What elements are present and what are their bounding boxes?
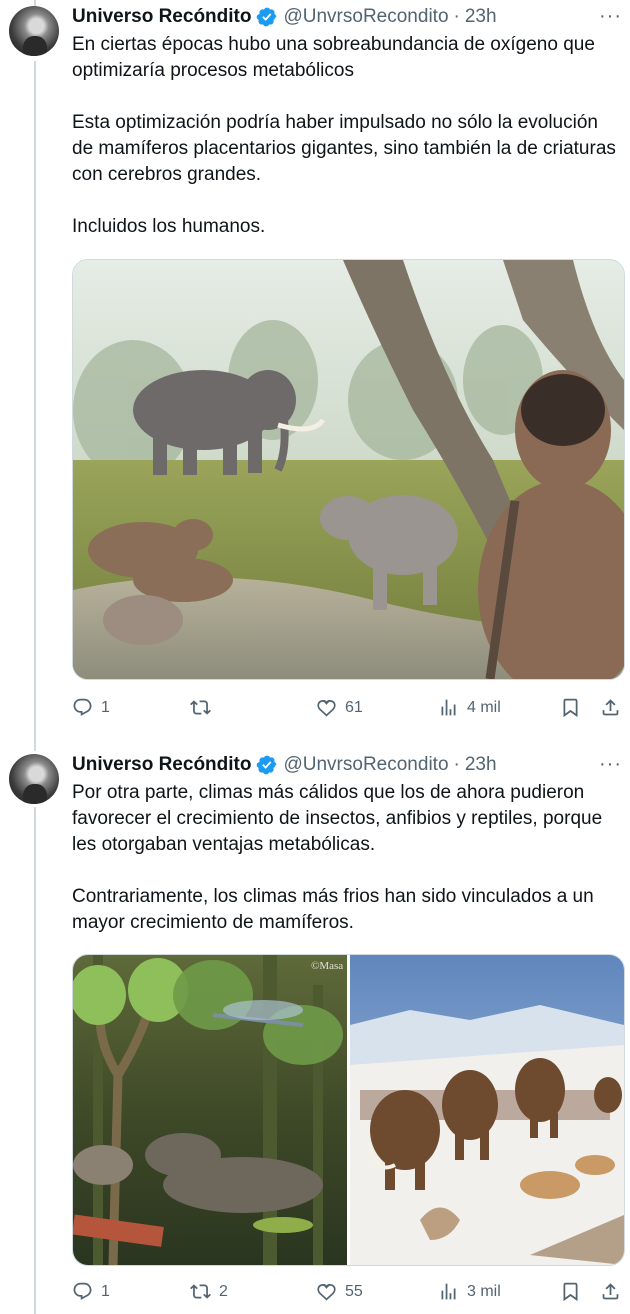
like-button[interactable]: 55	[316, 1281, 363, 1302]
reply-count: 1	[101, 698, 110, 716]
image-watermark: ©Masa	[311, 960, 343, 972]
author-name[interactable]: Universo Recóndito	[72, 754, 251, 776]
timestamp[interactable]: 23h	[465, 6, 497, 28]
like-button[interactable]: 61	[316, 697, 363, 718]
reply-count: 1	[101, 1282, 110, 1300]
repost-button[interactable]: 2	[190, 1281, 228, 1302]
share-icon	[602, 1283, 619, 1300]
views-count: 4 mil	[467, 698, 501, 716]
views-count: 3 mil	[467, 1282, 501, 1300]
author-name[interactable]: Universo Recóndito	[72, 6, 251, 28]
verified-badge-icon	[257, 755, 277, 775]
prehistoric-savanna-illustration	[73, 260, 624, 679]
views-button[interactable]: 4 mil	[438, 697, 501, 718]
separator: ·	[453, 6, 460, 27]
tweet-header: Universo Recóndito @UnvrsoRecondito · 23…	[72, 753, 497, 777]
reply-button[interactable]: 1	[72, 697, 110, 718]
tweet-header: Universo Recóndito @UnvrsoRecondito · 23…	[72, 5, 497, 29]
reply-button[interactable]: 1	[72, 1281, 110, 1302]
bookmark-button[interactable]	[560, 697, 581, 718]
repost-icon	[190, 700, 211, 715]
tweet[interactable]: Universo Recóndito @UnvrsoRecondito · 23…	[0, 752, 630, 1314]
more-icon[interactable]: ···	[599, 753, 622, 776]
reply-icon	[73, 1282, 92, 1300]
repost-icon	[190, 1284, 211, 1299]
share-icon	[602, 699, 619, 716]
author-handle[interactable]: @UnvrsoRecondito	[283, 6, 448, 28]
tweet-image[interactable]	[72, 259, 625, 680]
separator: ·	[453, 754, 460, 775]
bookmark-icon	[563, 698, 578, 718]
tweet-actions: 1 61 4 mil	[72, 697, 624, 723]
reply-icon	[73, 698, 92, 716]
like-count: 55	[345, 1282, 363, 1300]
like-icon	[317, 700, 336, 717]
bookmark-icon	[563, 1282, 578, 1302]
tweet[interactable]: Universo Recóndito @UnvrsoRecondito · 23…	[0, 0, 630, 740]
verified-badge-icon	[257, 7, 277, 27]
bookmark-button[interactable]	[560, 1281, 581, 1302]
author-handle[interactable]: @UnvrsoRecondito	[283, 754, 448, 776]
avatar[interactable]	[9, 6, 59, 56]
views-button[interactable]: 3 mil	[438, 1281, 501, 1302]
share-button[interactable]	[600, 1281, 621, 1302]
tweet-text: En ciertas épocas hubo una sobreabundanc…	[72, 34, 616, 237]
tweet-image-grid: ©Masa	[72, 954, 625, 1266]
views-icon	[441, 699, 456, 716]
repost-button[interactable]	[190, 697, 219, 718]
views-icon	[441, 1283, 456, 1300]
repost-count: 2	[219, 1282, 228, 1300]
more-icon[interactable]: ···	[599, 5, 622, 28]
tweet-text: Por otra parte, climas más cálidos que l…	[72, 782, 603, 933]
like-icon	[317, 1284, 336, 1301]
ice-age-mammoths-illustration[interactable]	[350, 955, 624, 1265]
like-count: 61	[345, 698, 363, 716]
avatar[interactable]	[9, 754, 59, 804]
share-button[interactable]	[600, 697, 621, 718]
tweet-actions: 1 2 55 3 mil	[72, 1281, 624, 1307]
timestamp[interactable]: 23h	[465, 754, 497, 776]
